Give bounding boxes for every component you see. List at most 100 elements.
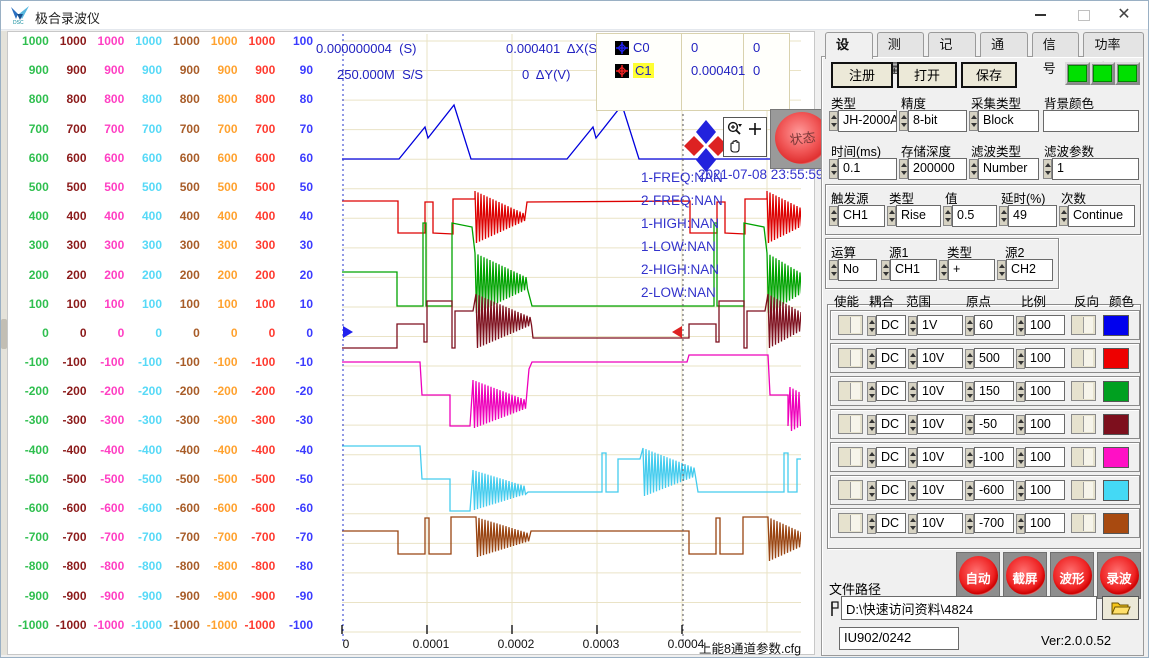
- save-button[interactable]: 保存: [961, 62, 1017, 88]
- spinner[interactable]: [908, 448, 917, 468]
- spinner[interactable]: [1016, 382, 1025, 402]
- spinner[interactable]: [943, 206, 952, 226]
- spinner[interactable]: [969, 159, 978, 179]
- spinner[interactable]: [1016, 415, 1025, 435]
- spinner[interactable]: [999, 206, 1008, 226]
- spinner[interactable]: [881, 260, 890, 280]
- tab-设置[interactable]: 设置: [825, 32, 873, 59]
- spinner[interactable]: [829, 111, 838, 131]
- enable-toggle[interactable]: [838, 447, 863, 467]
- enable-toggle[interactable]: [838, 315, 863, 335]
- led-indicator-1[interactable]: [1065, 62, 1090, 85]
- coupling-value[interactable]: DC: [876, 348, 906, 368]
- trigger-count-value[interactable]: Continue: [1068, 205, 1135, 227]
- coupling-value[interactable]: DC: [876, 381, 906, 401]
- spinner[interactable]: [1043, 159, 1052, 179]
- invert-toggle[interactable]: [1071, 447, 1096, 467]
- origin-value[interactable]: 60: [974, 315, 1014, 335]
- scale-value[interactable]: 100: [1025, 381, 1065, 401]
- coupling-value[interactable]: DC: [876, 447, 906, 467]
- record-button-波形[interactable]: 波形: [1050, 552, 1094, 599]
- spinner[interactable]: [867, 481, 876, 501]
- spinner[interactable]: [867, 349, 876, 369]
- device-type-value[interactable]: JH-2000A: [838, 110, 897, 132]
- origin-value[interactable]: -700: [974, 513, 1014, 533]
- coupling-value[interactable]: DC: [876, 414, 906, 434]
- spinner[interactable]: [965, 316, 974, 336]
- coupling-value[interactable]: DC: [876, 480, 906, 500]
- trigger-source-value[interactable]: CH1: [838, 205, 885, 227]
- file-path-input[interactable]: D:\快速访问资料\4824: [841, 596, 1097, 620]
- invert-toggle[interactable]: [1071, 381, 1096, 401]
- source2-control[interactable]: CH2: [997, 259, 1053, 281]
- spinner[interactable]: [969, 111, 978, 131]
- trigger-delay-value[interactable]: 49: [1008, 205, 1057, 227]
- bg-color-swatch[interactable]: [1043, 110, 1139, 132]
- invert-toggle[interactable]: [1071, 513, 1096, 533]
- spinner[interactable]: [887, 206, 896, 226]
- origin-value[interactable]: 500: [974, 348, 1014, 368]
- spinner[interactable]: [899, 111, 908, 131]
- operation-value[interactable]: No: [838, 259, 877, 281]
- spinner[interactable]: [908, 349, 917, 369]
- scale-value[interactable]: 100: [1025, 414, 1065, 434]
- time-control[interactable]: 0.1: [829, 158, 897, 180]
- time-value[interactable]: 0.1: [838, 158, 897, 180]
- spinner[interactable]: [997, 260, 1006, 280]
- scale-value[interactable]: 100: [1025, 315, 1065, 335]
- spinner[interactable]: [867, 382, 876, 402]
- channel-color-swatch[interactable]: [1103, 414, 1129, 435]
- spinner[interactable]: [965, 415, 974, 435]
- trigger-type-control[interactable]: Rise: [887, 205, 941, 227]
- channel-color-swatch[interactable]: [1103, 381, 1129, 402]
- channel-color-swatch[interactable]: [1103, 315, 1129, 336]
- spinner[interactable]: [908, 514, 917, 534]
- pan-compass-icon[interactable]: [684, 120, 728, 172]
- record-button-截屏[interactable]: 截屏: [1003, 552, 1047, 599]
- origin-value[interactable]: -50: [974, 414, 1014, 434]
- trigger-delay-control[interactable]: 49: [999, 205, 1057, 227]
- acq-type-value[interactable]: Block: [978, 110, 1039, 132]
- spinner[interactable]: [908, 382, 917, 402]
- spinner[interactable]: [1016, 349, 1025, 369]
- spinner[interactable]: [965, 448, 974, 468]
- spinner[interactable]: [1016, 316, 1025, 336]
- channel-color-swatch[interactable]: [1103, 447, 1129, 468]
- scale-value[interactable]: 100: [1025, 513, 1065, 533]
- trigger-source-control[interactable]: CH1: [829, 205, 885, 227]
- spinner[interactable]: [908, 415, 917, 435]
- origin-value[interactable]: 150: [974, 381, 1014, 401]
- spinner[interactable]: [1016, 448, 1025, 468]
- invert-toggle[interactable]: [1071, 414, 1096, 434]
- zoom-tool-icon[interactable]: [727, 121, 743, 136]
- operation-control[interactable]: No: [829, 259, 877, 281]
- filter-type-value[interactable]: Number: [978, 158, 1039, 180]
- crosshair-tool-icon[interactable]: [748, 122, 762, 136]
- invert-toggle[interactable]: [1071, 315, 1096, 335]
- filter-param-value[interactable]: 1: [1052, 158, 1139, 180]
- spinner[interactable]: [965, 481, 974, 501]
- invert-toggle[interactable]: [1071, 480, 1096, 500]
- spinner[interactable]: [829, 206, 838, 226]
- spinner[interactable]: [829, 159, 838, 179]
- tab-记录[interactable]: 记录: [928, 32, 976, 57]
- register-button[interactable]: 注册: [831, 62, 893, 88]
- device-type-control[interactable]: JH-2000A: [829, 110, 897, 132]
- precision-value[interactable]: 8-bit: [908, 110, 967, 132]
- op-type-value[interactable]: +: [948, 259, 995, 281]
- scale-value[interactable]: 100: [1025, 348, 1065, 368]
- filter-type-control[interactable]: Number: [969, 158, 1039, 180]
- device-id-field[interactable]: IU902/0242: [839, 627, 959, 650]
- tab-通讯[interactable]: 通讯: [980, 32, 1028, 57]
- tab-测量[interactable]: 测量: [877, 32, 925, 57]
- cursor-name[interactable]: C1: [633, 63, 654, 78]
- hand-tool-icon[interactable]: [728, 139, 743, 154]
- spinner[interactable]: [867, 448, 876, 468]
- op-type-control[interactable]: +: [939, 259, 995, 281]
- range-value[interactable]: 10V: [917, 348, 963, 368]
- browse-folder-button[interactable]: [1102, 596, 1139, 620]
- spinner[interactable]: [1059, 206, 1068, 226]
- channel-color-swatch[interactable]: [1103, 348, 1129, 369]
- source2-value[interactable]: CH2: [1006, 259, 1053, 281]
- spinner[interactable]: [1016, 514, 1025, 534]
